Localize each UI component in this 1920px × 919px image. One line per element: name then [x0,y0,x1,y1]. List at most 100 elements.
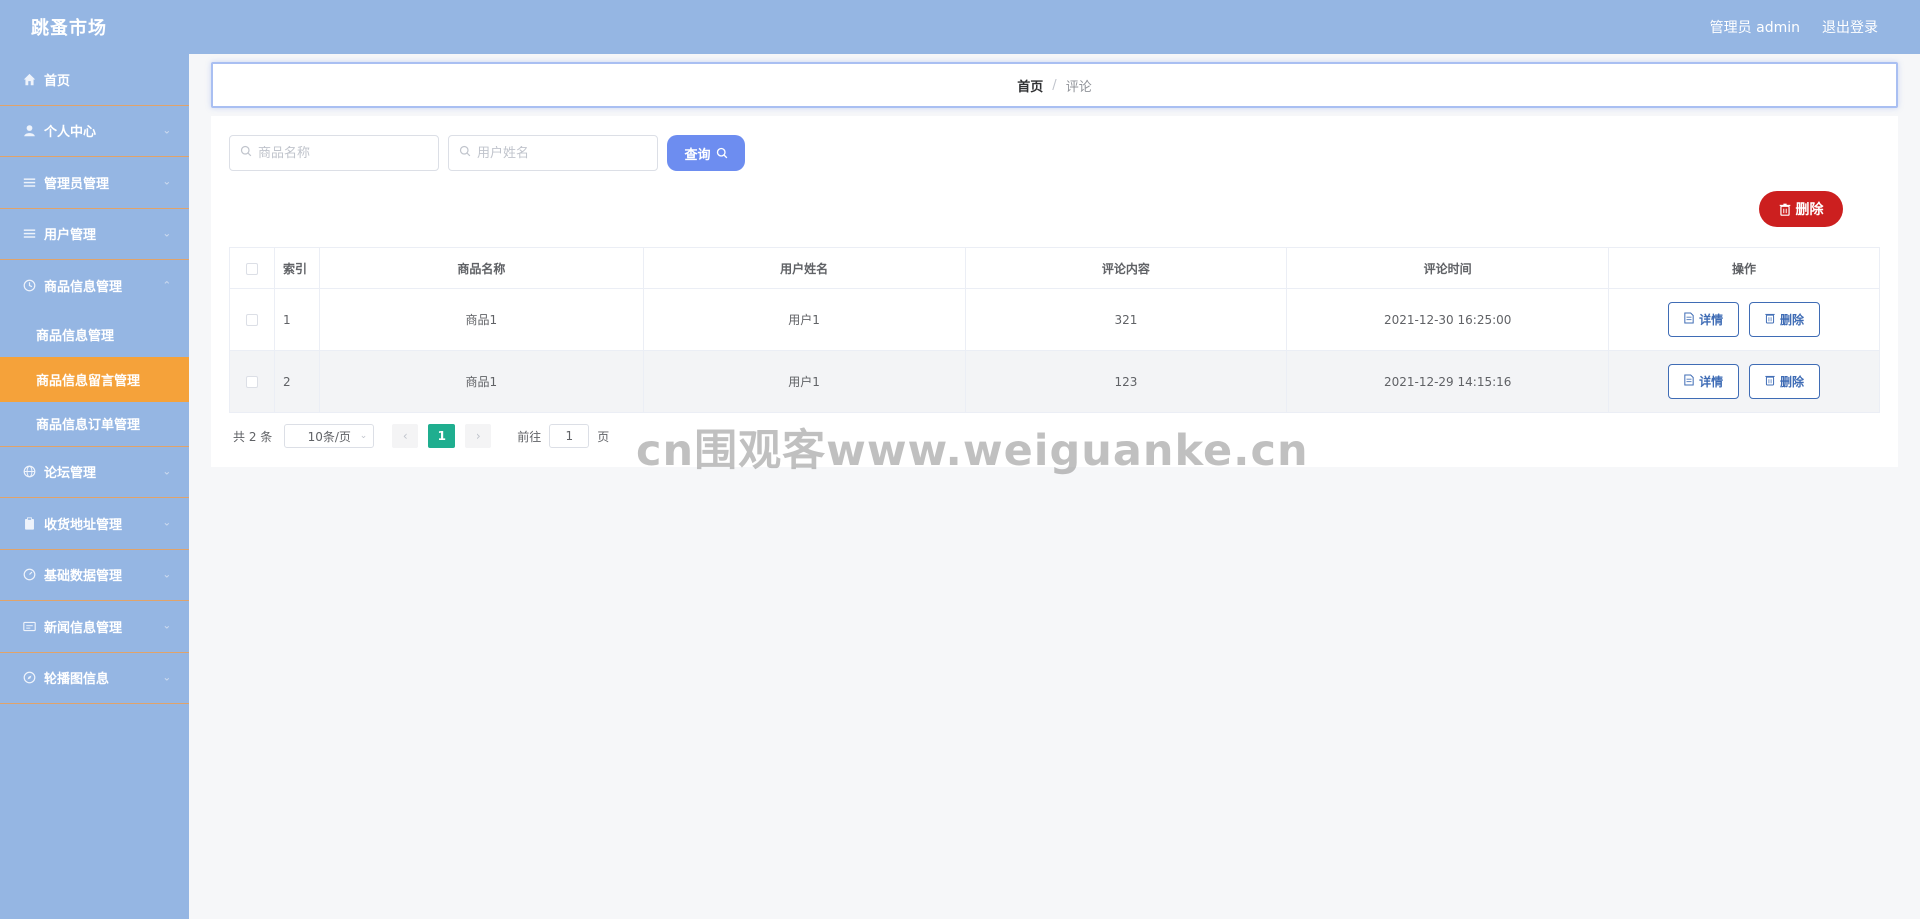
row-checkbox[interactable] [245,314,258,326]
admin-label[interactable]: 管理员 admin [1710,17,1800,37]
goods-name-search[interactable] [229,135,439,171]
header-user-area: 管理员 admin 退出登录 [1688,17,1878,37]
sidebar-item-label: 管理员管理 [44,176,110,192]
batch-delete-button[interactable]: 删除 [1759,191,1843,227]
sidebar-subitem-goods-info[interactable]: 商品信息管理 [0,312,189,357]
sidebar-item-label: 轮播图信息 [44,672,110,688]
cell-content: 321 [964,288,1288,351]
chevron-right-icon: › [475,429,481,443]
sidebar-item-carousel[interactable]: 轮播图信息 ⌄ [0,653,189,704]
chevron-down-icon: ⌄ [162,228,171,240]
column-header-index: 索引 [273,247,320,289]
query-button[interactable]: 查询 [667,135,745,171]
column-header-actions: 操作 [1608,247,1880,289]
sidebar-item-home[interactable]: 首页 [0,54,189,106]
sidebar-item-forum[interactable]: 论坛管理 ⌄ [0,447,189,498]
sidebar-item-label: 收货地址管理 [44,517,123,533]
sidebar-item-basic-data[interactable]: 基础数据管理 ⌄ [0,550,189,601]
table-row: 1 商品1 用户1 321 2021-12-30 16:25:00 详情 删除 [229,288,1880,351]
cell-index: 1 [273,288,320,351]
chevron-down-icon: ⌄ [359,431,368,441]
cell-user: 用户1 [642,288,966,351]
sidebar-item-profile[interactable]: 个人中心 ⌄ [0,106,189,157]
compass-icon [22,671,36,685]
sidebar-item-users[interactable]: 用户管理 ⌄ [0,209,189,260]
sidebar-item-address[interactable]: 收货地址管理 ⌄ [0,498,189,550]
sidebar-item-label: 论坛管理 [44,466,97,482]
sidebar: 首页 个人中心 ⌄ 管理员管理 ⌄ 用户管理 ⌄ 商品信息管理 ⌃ 商品信息管理… [0,54,189,919]
chevron-up-icon: ⌃ [162,280,171,292]
sidebar-subitem-goods-comments[interactable]: 商品信息留言管理 [0,356,189,402]
app-brand: 跳蚤市场 [31,18,107,39]
trash-icon [1765,312,1775,327]
delete-button-label: 删除 [1779,313,1804,327]
menu-icon [22,227,36,241]
clock-icon [22,279,36,293]
chevron-down-icon: ⌄ [162,569,171,581]
trash-icon [1779,203,1791,216]
chevron-down-icon: ⌄ [162,672,171,684]
query-button-label: 查询 [684,147,711,163]
sidebar-item-news[interactable]: 新闻信息管理 ⌄ [0,601,189,653]
cell-time: 2021-12-29 14:15:16 [1286,350,1610,413]
select-all-checkbox[interactable] [245,262,258,275]
row-checkbox[interactable] [245,376,258,388]
cell-content: 123 [964,350,1288,413]
search-icon [459,145,471,161]
breadcrumb-home[interactable]: 首页 [1017,76,1043,95]
page-size-select[interactable]: 10条/页 ⌄ [284,424,375,448]
pagination-total: 共 2 条 [233,429,273,444]
sidebar-item-label: 新闻信息管理 [44,620,123,636]
sidebar-subitem-goods-orders[interactable]: 商品信息订单管理 [0,402,189,447]
main-panel: 查询 删除 索引 商品名称 用户姓名 评论内容 评论时间 操作 [211,116,1898,467]
prev-page-button[interactable]: ‹ [392,424,419,448]
row-select-cell [229,350,275,413]
chevron-down-icon: ⌄ [162,176,171,188]
cell-goods: 商品1 [318,288,644,351]
search-icon [240,145,252,161]
comments-table: 索引 商品名称 用户姓名 评论内容 评论时间 操作 1 商品1 用户1 321 … [229,247,1880,413]
trash-icon [1765,374,1775,389]
batch-delete-label: 删除 [1795,202,1824,218]
cell-user: 用户1 [642,350,966,413]
logout-link[interactable]: 退出登录 [1822,17,1878,37]
page-jumper: 前往 1 页 [517,424,609,448]
breadcrumb-separator: / [1052,77,1057,93]
goto-page-input[interactable]: 1 [549,424,590,448]
sidebar-item-label: 首页 [44,73,71,89]
delete-button[interactable]: 删除 [1748,302,1820,337]
watermark: cn围观客www.weiguanke.cn [636,426,1309,476]
news-icon [22,619,36,633]
chevron-down-icon: ⌄ [162,620,171,632]
column-header-user: 用户姓名 [642,247,966,289]
row-select-cell [229,288,275,351]
goods-name-input[interactable] [258,145,428,161]
document-icon [1684,312,1694,327]
clipboard-icon [22,516,36,530]
chevron-down-icon: ⌄ [162,125,171,137]
next-page-button[interactable]: › [465,424,492,448]
cell-time: 2021-12-30 16:25:00 [1286,288,1610,351]
chevron-down-icon: ⌄ [162,517,171,529]
column-header-goods: 商品名称 [318,247,644,289]
delete-button[interactable]: 删除 [1748,364,1820,399]
user-name-search[interactable] [448,135,658,171]
pagination: 共 2 条 10条/页 ⌄ ‹ 1 › 前往 1 页 [233,424,609,448]
user-name-input[interactable] [477,145,647,161]
sidebar-item-label: 用户管理 [44,228,97,244]
delete-button-label: 删除 [1779,375,1804,389]
page-size-value: 10条/页 [307,429,351,444]
detail-button-label: 详情 [1699,375,1724,389]
table-header-row: 索引 商品名称 用户姓名 评论内容 评论时间 操作 [229,247,1880,289]
page-number-current[interactable]: 1 [428,424,456,448]
sidebar-item-admins[interactable]: 管理员管理 ⌄ [0,157,189,209]
goto-label: 前往 [517,429,542,444]
column-header-content: 评论内容 [964,247,1288,289]
top-header: 跳蚤市场 管理员 admin 退出登录 [0,0,1920,54]
detail-button[interactable]: 详情 [1668,364,1740,399]
detail-button[interactable]: 详情 [1668,302,1740,337]
column-header-time: 评论时间 [1286,247,1610,289]
menu-icon [22,175,36,189]
sidebar-item-goods[interactable]: 商品信息管理 ⌃ [0,260,189,312]
user-icon [22,124,36,138]
